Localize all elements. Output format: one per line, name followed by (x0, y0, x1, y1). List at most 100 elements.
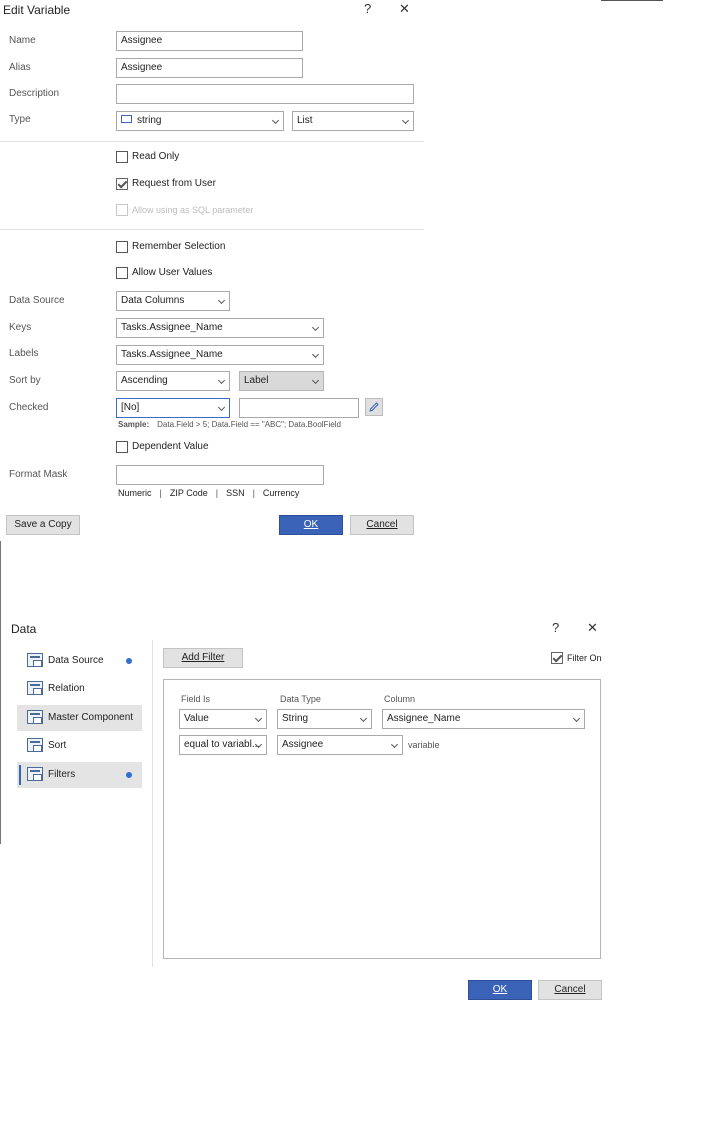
mask-ssn-link[interactable]: SSN (226, 488, 245, 498)
relation-icon (27, 681, 43, 695)
field-is-value: Value (184, 713, 209, 724)
nav-label: Master Component (48, 712, 134, 723)
keys-value: Tasks.Assignee_Name (121, 322, 223, 333)
mask-currency-link[interactable]: Currency (263, 488, 300, 498)
chevron-down-icon (311, 350, 320, 359)
nav-item-data-source[interactable]: Data Source (17, 648, 142, 674)
nav-label: Filters (48, 769, 76, 780)
column-header: Column (384, 694, 416, 704)
variable-value: Assignee (282, 739, 324, 750)
help-icon[interactable]: ? (552, 621, 559, 635)
field-is-dropdown[interactable]: Value (179, 709, 267, 729)
data-source-icon (27, 653, 43, 667)
description-label: Description (9, 88, 60, 99)
modified-dot (126, 658, 132, 664)
data-source-value: Data Columns (121, 295, 185, 306)
labels-value: Tasks.Assignee_Name (121, 349, 223, 360)
filter-on-checkbox[interactable] (551, 652, 563, 664)
dialog-title: Data (11, 622, 37, 636)
type-kind-dropdown[interactable]: List (292, 111, 414, 131)
data-type-header: Data Type (280, 694, 321, 704)
decorative-line (601, 0, 663, 1)
cancel-label: Cancel (554, 984, 586, 995)
ok-button[interactable]: OK (468, 980, 532, 1000)
variable-dropdown[interactable]: Assignee (277, 735, 403, 755)
condition-dropdown[interactable]: equal to variabl... (179, 735, 267, 755)
checked-dropdown[interactable]: [No] (116, 398, 230, 418)
chevron-down-icon (311, 376, 320, 385)
nav-label: Data Source (48, 655, 104, 666)
keys-dropdown[interactable]: Tasks.Assignee_Name (116, 318, 324, 338)
divider (0, 229, 424, 230)
nav-label: Sort (48, 740, 67, 751)
ok-label: OK (303, 519, 319, 530)
type-kind-value: List (297, 115, 313, 126)
request-from-user-label: Request from User (132, 178, 216, 189)
data-type-value: String (282, 713, 309, 724)
dependent-value-label: Dependent Value (132, 441, 209, 452)
nav-divider (152, 640, 153, 967)
close-icon[interactable]: ✕ (587, 621, 598, 635)
allow-user-values-checkbox[interactable] (116, 267, 128, 279)
sort-by-dropdown[interactable]: Ascending (116, 371, 230, 391)
allow-sql-checkbox (116, 204, 128, 216)
close-icon[interactable]: ✕ (399, 2, 410, 16)
selection-indicator (19, 765, 21, 785)
cancel-label: Cancel (366, 519, 398, 530)
allow-sql-label: Allow using as SQL parameter (132, 205, 254, 215)
description-input[interactable] (116, 84, 414, 104)
data-source-dropdown[interactable]: Data Columns (116, 291, 230, 311)
chevron-down-icon (217, 296, 226, 305)
cancel-button[interactable]: Cancel (538, 980, 602, 1000)
name-label: Name (9, 35, 36, 46)
save-copy-button[interactable]: Save a Copy (6, 515, 80, 535)
dialog-title: Edit Variable (3, 3, 71, 17)
type-value: string (137, 115, 162, 126)
checked-expression-input[interactable] (239, 398, 359, 418)
nav-item-master-component[interactable]: Master Component (17, 705, 142, 731)
nav-label: Relation (48, 683, 85, 694)
edit-expression-button[interactable] (365, 398, 383, 416)
request-from-user-checkbox[interactable] (116, 178, 128, 190)
nav-item-sort[interactable]: Sort (17, 733, 142, 759)
help-icon[interactable]: ? (364, 2, 371, 16)
filter-on-label: Filter On (567, 653, 602, 663)
labels-dropdown[interactable]: Tasks.Assignee_Name (116, 345, 324, 365)
data-type-dropdown[interactable]: String (277, 709, 372, 729)
read-only-checkbox[interactable] (116, 151, 128, 163)
filters-icon (27, 767, 43, 781)
sample-label: Sample: (118, 420, 150, 429)
chevron-down-icon (572, 714, 581, 723)
pencil-icon (369, 402, 379, 412)
ok-button[interactable]: OK (279, 515, 343, 535)
chevron-down-icon (359, 714, 368, 723)
alias-label: Alias (9, 62, 31, 73)
checked-value: [No] (121, 402, 140, 413)
variable-suffix: variable (408, 740, 440, 750)
chevron-down-icon (390, 740, 399, 749)
sort-by-label: Sort by (9, 375, 41, 386)
chevron-down-icon (311, 323, 320, 332)
nav-item-relation[interactable]: Relation (17, 676, 142, 702)
format-mask-input[interactable] (116, 465, 324, 485)
type-label: Type (9, 114, 31, 125)
sort-field-dropdown[interactable]: Label (239, 371, 324, 391)
type-dropdown[interactable]: string (116, 111, 284, 131)
add-filter-button[interactable]: Add Filter (163, 648, 243, 668)
column-dropdown[interactable]: Assignee_Name (382, 709, 585, 729)
sort-icon (27, 738, 43, 752)
mask-zip-link[interactable]: ZIP Code (170, 488, 208, 498)
remember-selection-checkbox[interactable] (116, 241, 128, 253)
alias-input[interactable]: Assignee (116, 58, 303, 78)
window-edge-line (0, 541, 1, 844)
cancel-button[interactable]: Cancel (350, 515, 414, 535)
labels-label: Labels (9, 348, 39, 359)
mask-options: Numeric | ZIP Code | SSN | Currency (118, 488, 300, 498)
name-input[interactable]: Assignee (116, 31, 303, 51)
sort-field-value: Label (244, 375, 269, 386)
nav-item-filters[interactable]: Filters (17, 762, 142, 788)
ok-label: OK (492, 984, 508, 995)
divider (0, 141, 424, 142)
mask-numeric-link[interactable]: Numeric (118, 488, 152, 498)
dependent-value-checkbox[interactable] (116, 441, 128, 453)
